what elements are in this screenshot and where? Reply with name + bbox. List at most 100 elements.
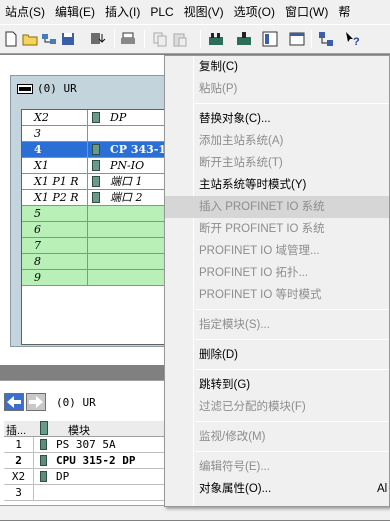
module-cell: PS 307 5A bbox=[38, 437, 116, 452]
rack-module: CP 343-1 bbox=[88, 142, 172, 157]
rack-row[interactable]: X1 P1 R 端口 1 bbox=[22, 174, 172, 190]
menu-view[interactable]: 视图(V) bbox=[179, 0, 229, 24]
rack-table[interactable]: X2 DP 3 4 CP 343-1 X1 PN-IO X1 P1 R 端口 1 X1 P2 R 端… bbox=[21, 109, 172, 345]
back-arrow-icon[interactable] bbox=[4, 393, 24, 411]
properties-icon[interactable] bbox=[318, 31, 334, 47]
slot-cell: 3 bbox=[4, 485, 34, 500]
table-row[interactable]: 3 bbox=[4, 485, 170, 501]
catalog-icon[interactable] bbox=[208, 31, 224, 47]
menu-item-label: PROFINET IO 等时模式 bbox=[199, 289, 322, 301]
menu-item[interactable]: 删除(D) bbox=[165, 344, 389, 366]
rack-slot: X1 bbox=[22, 158, 88, 173]
menu-item[interactable]: 复制(C) bbox=[165, 56, 389, 78]
table-row[interactable]: 2 CPU 315-2 DP bbox=[4, 453, 170, 469]
download-icon[interactable] bbox=[90, 31, 106, 47]
rack-module bbox=[88, 126, 172, 141]
menu-separator bbox=[195, 339, 389, 340]
menu-options[interactable]: 选项(O) bbox=[229, 0, 280, 24]
rack-module-label: PN-IO bbox=[110, 159, 145, 172]
menu-plc[interactable]: PLC bbox=[145, 0, 178, 24]
module-icon bbox=[92, 144, 100, 155]
config-icon[interactable] bbox=[236, 31, 252, 47]
menu-item-label: 过滤已分配的模块(F) bbox=[199, 401, 306, 413]
menu-bar: 站点(S) 编辑(E) 插入(I) PLC 视图(V) 选项(O) 窗口(W) … bbox=[0, 0, 390, 24]
status-bar bbox=[0, 505, 390, 520]
menu-edit[interactable]: 编辑(E) bbox=[50, 0, 100, 24]
context-menu: 复制(C) 粘贴(P) 替换对象(C)... 添加主站系统(A) 断开主站系统(T) 主站… bbox=[164, 55, 390, 507]
menu-separator bbox=[195, 451, 389, 452]
rack-row[interactable]: 9 bbox=[22, 270, 172, 286]
view-icon[interactable] bbox=[289, 31, 305, 47]
rack-module bbox=[88, 254, 172, 269]
rack-row[interactable]: 5 bbox=[22, 206, 172, 222]
menu-item-label: 指定模块(S)... bbox=[199, 319, 270, 331]
rack-slot: 8 bbox=[22, 254, 88, 269]
module-column-icon bbox=[40, 421, 48, 435]
menu-item[interactable]: 添加主站系统(A) bbox=[165, 130, 389, 152]
station-work-area[interactable]: (0) UR X2 DP 3 4 CP 343-1 X1 PN-IO X1 P1 R 端口 1X… bbox=[0, 55, 172, 427]
menu-insert[interactable]: 插入(I) bbox=[100, 0, 145, 24]
rack-icon bbox=[17, 83, 33, 94]
rack-row[interactable]: X1 P2 R 端口 2 bbox=[22, 190, 172, 206]
toolbar-separator bbox=[114, 30, 115, 48]
paste-icon[interactable] bbox=[172, 31, 188, 47]
menu-separator bbox=[195, 103, 389, 104]
menu-item[interactable]: 对象属性(O)... Al bbox=[165, 478, 389, 500]
help-pointer-icon[interactable]: ? bbox=[345, 31, 361, 47]
rack-slot: X1 P1 R bbox=[22, 174, 88, 189]
rack-row[interactable]: X2 DP bbox=[22, 110, 172, 126]
rack-window[interactable]: (0) UR X2 DP 3 4 CP 343-1 X1 PN-IO X1 P1 R 端口 1X… bbox=[10, 75, 172, 347]
rack-row[interactable]: 7 bbox=[22, 238, 172, 254]
rack-slot: 5 bbox=[22, 206, 88, 221]
save-icon[interactable] bbox=[60, 31, 76, 47]
menu-item-label: 粘贴(P) bbox=[199, 83, 238, 95]
network-icon[interactable] bbox=[262, 31, 278, 47]
menu-item[interactable]: PROFINET IO 等时模式 bbox=[165, 284, 389, 306]
menu-item-label: 跳转到(G) bbox=[199, 379, 251, 391]
table-row[interactable]: 1 PS 307 5A bbox=[4, 437, 170, 453]
menu-item[interactable]: PROFINET IO 域管理... bbox=[165, 240, 389, 262]
menu-item-accelerator: Al bbox=[377, 483, 388, 495]
rack-row[interactable]: 8 bbox=[22, 254, 172, 270]
new-icon[interactable] bbox=[3, 31, 19, 47]
column-header-slot[interactable]: 插... bbox=[6, 422, 26, 438]
table-row[interactable]: X2 DP bbox=[4, 469, 170, 485]
rack-row[interactable]: 4 CP 343-1 bbox=[22, 142, 172, 158]
rack-row[interactable]: 6 bbox=[22, 222, 172, 238]
menu-item[interactable]: 跳转到(G) bbox=[165, 374, 389, 396]
menu-item[interactable]: 替换对象(C)... bbox=[165, 108, 389, 130]
menu-item[interactable]: 插入 PROFINET IO 系统 bbox=[165, 196, 389, 218]
menu-item[interactable]: 断开主站系统(T) bbox=[165, 152, 389, 174]
detail-view: (0) UR 插... 模块 1 PS 307 5A 2 CPU 315-2 DP X2… bbox=[0, 380, 170, 520]
menu-station[interactable]: 站点(S) bbox=[0, 0, 50, 24]
menu-item[interactable]: 主站系统等时模式(Y) bbox=[165, 174, 389, 196]
menu-item[interactable]: 监视/修改(M) bbox=[165, 426, 389, 448]
rack-row[interactable]: X1 PN-IO bbox=[22, 158, 172, 174]
accessible-nodes-icon[interactable] bbox=[41, 31, 57, 47]
menu-item[interactable]: 断开 PROFINET IO 系统 bbox=[165, 218, 389, 240]
rack-slot: 4 bbox=[22, 142, 88, 157]
menu-item-label: 删除(D) bbox=[199, 349, 238, 361]
module-icon bbox=[92, 176, 100, 187]
rack-row[interactable]: 3 bbox=[22, 126, 172, 142]
module-icon bbox=[92, 112, 100, 123]
open-icon[interactable] bbox=[22, 31, 38, 47]
menu-window[interactable]: 窗口(W) bbox=[280, 0, 333, 24]
slot-cell: 2 bbox=[4, 453, 34, 468]
rack-module: 端口 2 bbox=[88, 190, 172, 205]
copy-icon[interactable] bbox=[152, 31, 168, 47]
menu-item[interactable]: 过滤已分配的模块(F) bbox=[165, 396, 389, 418]
menu-item[interactable]: 指定模块(S)... bbox=[165, 314, 389, 336]
menu-item-label: 断开主站系统(T) bbox=[199, 157, 283, 169]
menu-item[interactable]: PROFINET IO 拓扑... bbox=[165, 262, 389, 284]
rack-module: DP bbox=[88, 110, 172, 125]
menu-item[interactable]: 编辑符号(E)... bbox=[165, 456, 389, 478]
print-icon[interactable] bbox=[120, 31, 136, 47]
rack-slot: 7 bbox=[22, 238, 88, 253]
menu-item[interactable]: 粘贴(P) bbox=[165, 78, 389, 100]
menu-help[interactable]: 帮 bbox=[333, 0, 355, 24]
menu-item-label: 主站系统等时模式(Y) bbox=[199, 179, 307, 191]
forward-arrow-icon[interactable] bbox=[26, 393, 46, 411]
menu-item-label: PROFINET IO 域管理... bbox=[199, 245, 320, 257]
column-header-module[interactable]: 模块 bbox=[68, 422, 90, 438]
